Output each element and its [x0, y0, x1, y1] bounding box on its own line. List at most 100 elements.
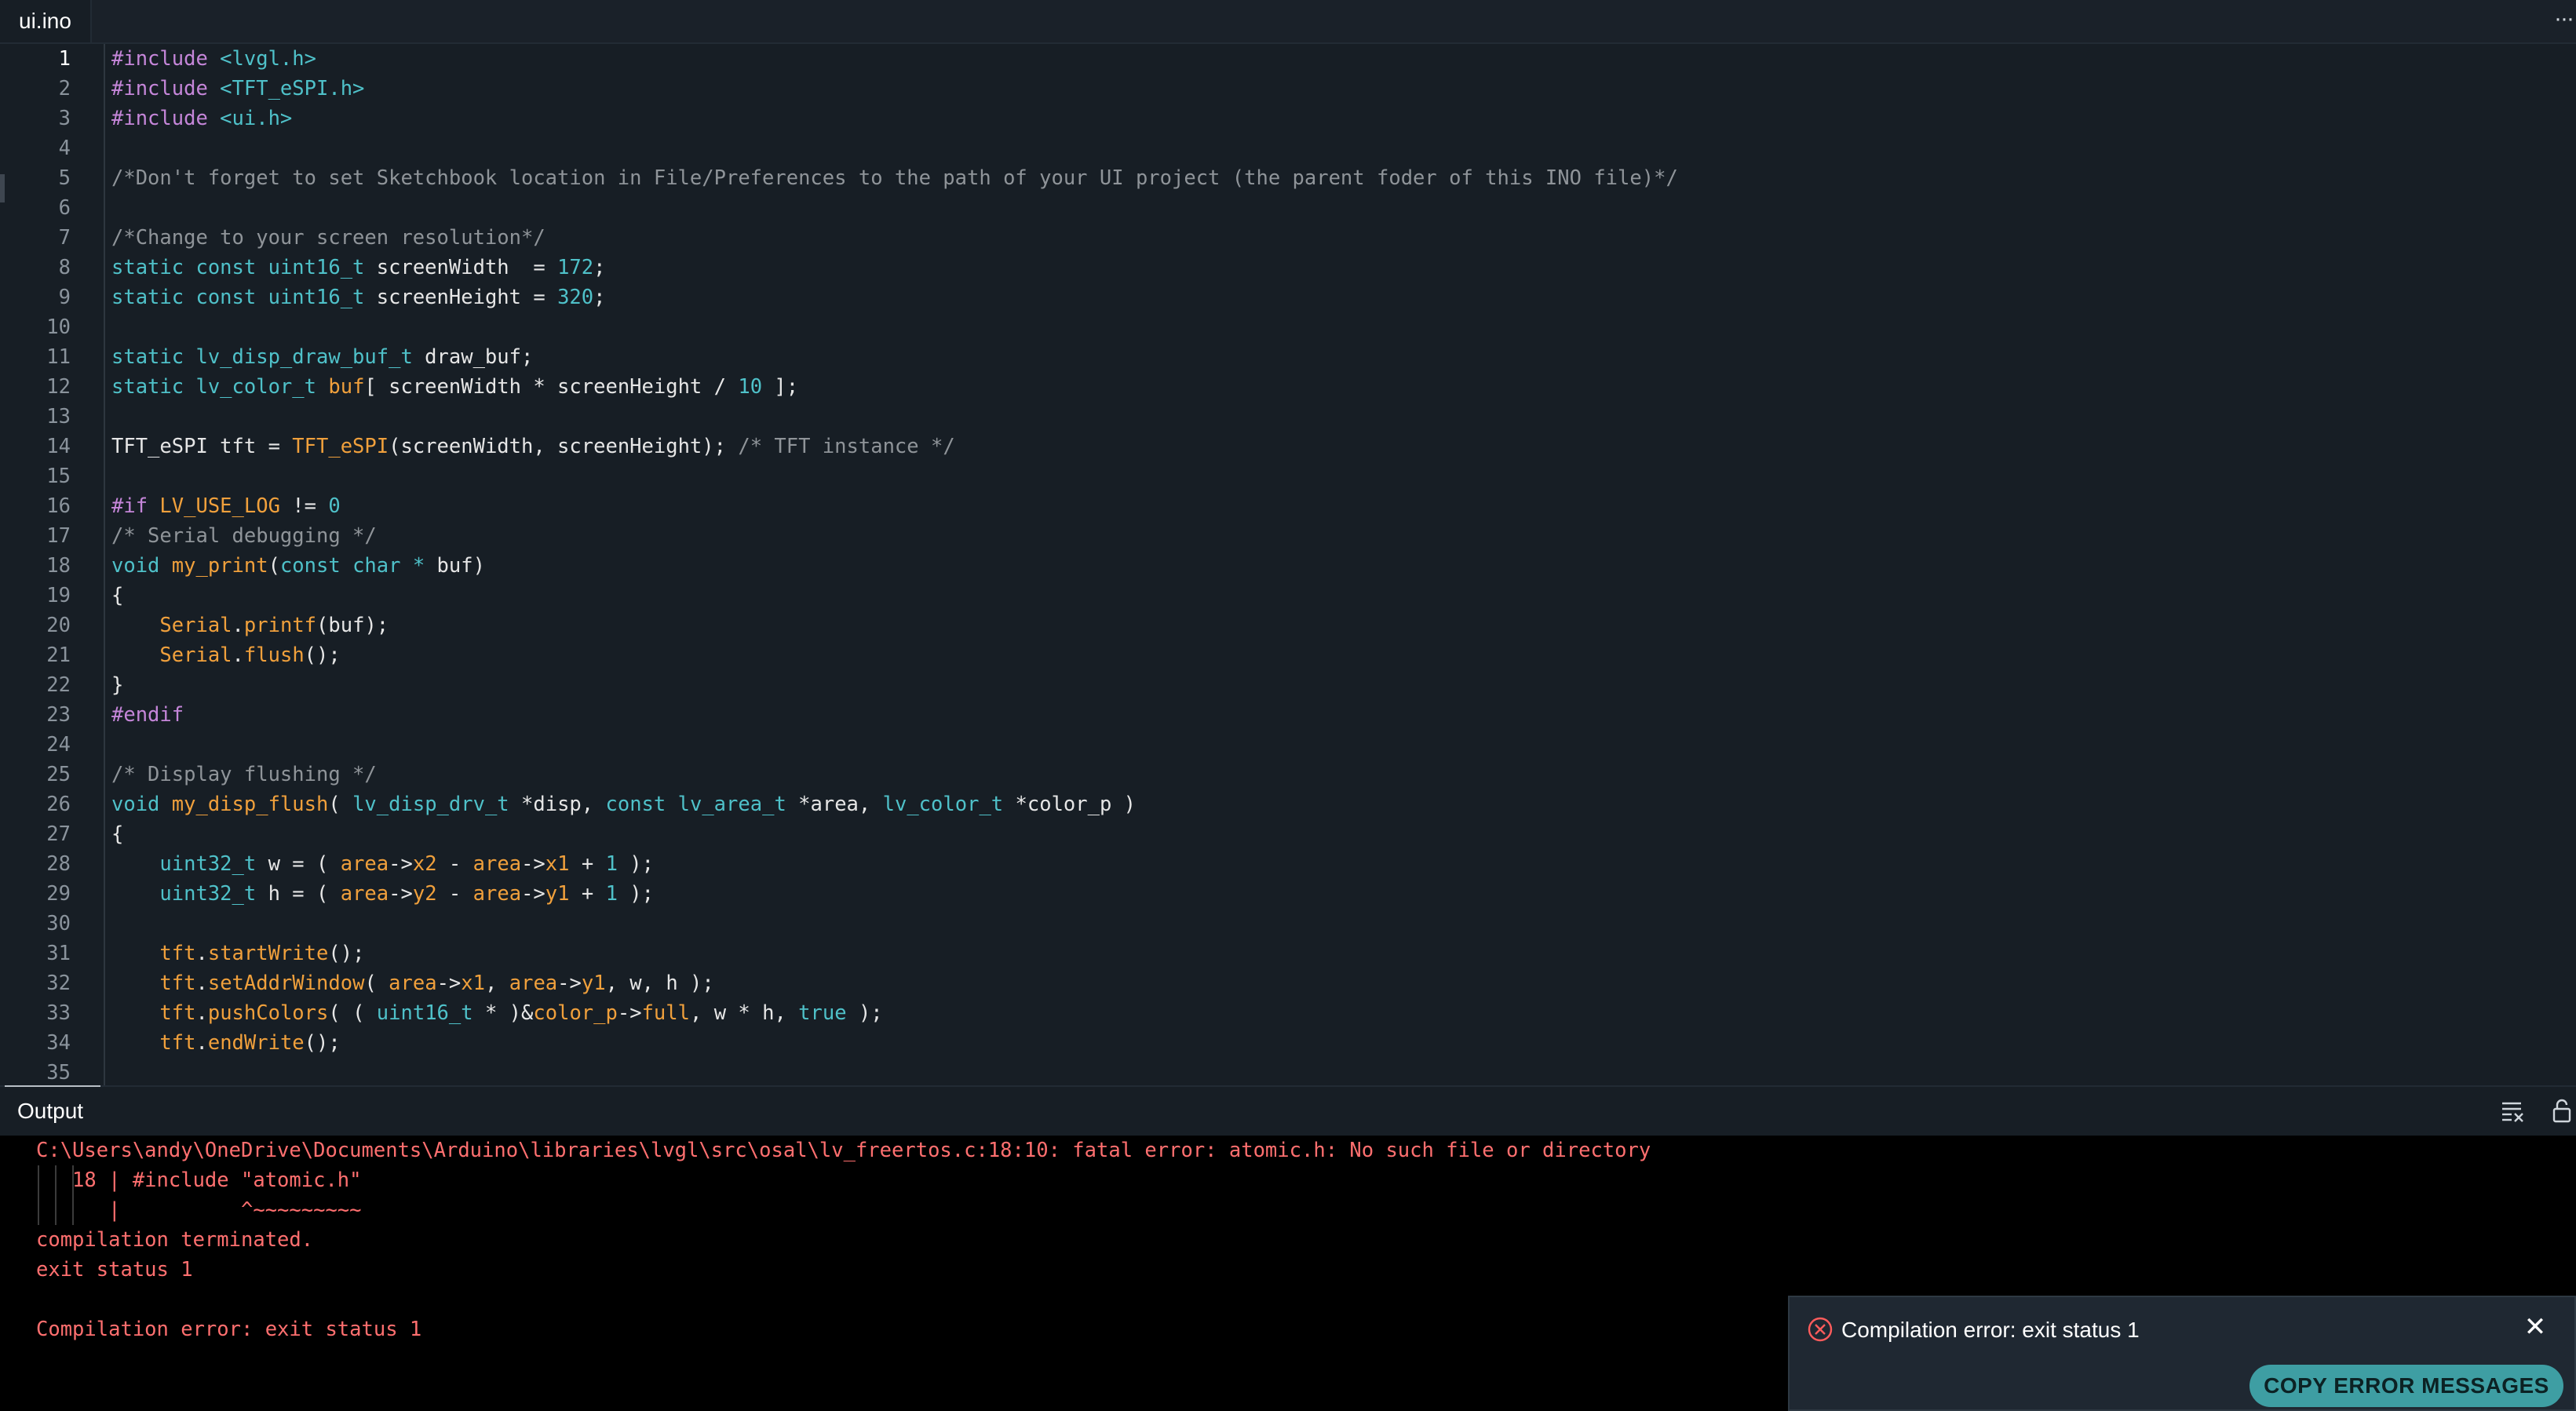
code-line[interactable]: 30: [0, 909, 2576, 939]
code-editor[interactable]: 1 #include <lvgl.h> 2 #include <TFT_eSPI.h>…: [0, 44, 2576, 1085]
code-line[interactable]: 5 /*Don't forget to set Sketchbook locati…: [0, 163, 2576, 193]
code-token: area: [340, 852, 389, 876]
code-line[interactable]: 27 {: [0, 819, 2576, 849]
tab-ui-ino[interactable]: ui.ino: [0, 0, 92, 42]
code-token: static const: [111, 286, 268, 309]
code-token: area: [389, 972, 437, 995]
more-icon[interactable]: ···: [2554, 3, 2574, 35]
code-text: }: [111, 670, 123, 700]
code-token: #include: [111, 47, 221, 71]
code-line[interactable]: 9 static const uint16_t screenHeight = 32…: [0, 283, 2576, 312]
code-token: void: [111, 793, 172, 816]
line-number: 22: [46, 673, 71, 697]
code-token: ->: [521, 852, 545, 876]
code-token: h = (: [256, 882, 341, 906]
code-token: x1: [545, 852, 570, 876]
code-line[interactable]: 21 Serial.flush();: [0, 640, 2576, 670]
code-token: color_p: [533, 1001, 618, 1025]
code-text: /* Serial debugging */: [111, 521, 377, 551]
code-line[interactable]: 17 /* Serial debugging */: [0, 521, 2576, 551]
code-line[interactable]: 18 void my_print(const char * buf): [0, 551, 2576, 581]
line-number: 20: [46, 614, 71, 637]
code-line[interactable]: 6: [0, 193, 2576, 223]
code-line[interactable]: 8 static const uint16_t screenWidth = 172…: [0, 253, 2576, 283]
code-token: [ screenWidth * screenHeight /: [364, 375, 739, 399]
code-token: /*Don't forget to set Sketchbook locatio…: [111, 166, 1678, 190]
code-line[interactable]: 12 static lv_color_t buf[ screenWidth * s…: [0, 372, 2576, 402]
code-line[interactable]: 7 /*Change to your screen resolution*/: [0, 223, 2576, 253]
code-token: !=: [279, 494, 329, 518]
lock-icon[interactable]: [2551, 1098, 2573, 1123]
code-line[interactable]: 11 static lv_disp_draw_buf_t draw_buf;: [0, 342, 2576, 372]
code-text: {: [111, 819, 123, 849]
line-number: 7: [58, 226, 71, 250]
code-token: y1: [581, 972, 606, 995]
code-token: ->: [521, 882, 545, 906]
code-token: (buf);: [316, 614, 389, 637]
code-token: (: [364, 972, 389, 995]
line-number: 24: [46, 733, 71, 757]
code-line[interactable]: 22}: [0, 670, 2576, 700]
output-title: Output: [17, 1099, 84, 1123]
code-text: #endif: [111, 700, 184, 730]
code-line[interactable]: 13: [0, 402, 2576, 432]
code-line[interactable]: 29 uint32_t h = ( area->y2 - area->y1 + …: [0, 879, 2576, 909]
code-line[interactable]: 4: [0, 133, 2576, 163]
code-token: lv_color_t: [882, 793, 1004, 816]
code-line[interactable]: 35: [0, 1058, 2576, 1085]
code-line[interactable]: 31 tft.startWrite();: [0, 939, 2576, 968]
code-token: screenHeight =: [364, 286, 558, 309]
code-token: full: [641, 1001, 690, 1025]
code-token: lv_disp_drv_t: [352, 793, 509, 816]
code-line[interactable]: 2 #include <TFT_eSPI.h>: [0, 74, 2576, 104]
code-token: .: [195, 972, 208, 995]
code-token: my_print: [171, 554, 268, 578]
code-line[interactable]: 33 tft.pushColors( ( uint16_t * )&color_…: [0, 998, 2576, 1028]
code-line[interactable]: 32 tft.setAddrWindow( area->x1, area->y1…: [0, 968, 2576, 998]
code-line[interactable]: 19 {: [0, 581, 2576, 611]
code-token: ( (: [328, 1001, 377, 1025]
code-line[interactable]: 23 #endif: [0, 700, 2576, 730]
error-circle-icon: [1808, 1317, 1833, 1342]
line-number: 35: [46, 1061, 71, 1085]
code-line[interactable]: 24: [0, 730, 2576, 760]
code-line[interactable]: 1 #include <lvgl.h>: [0, 44, 2576, 74]
code-token: lv_disp_draw_buf_t: [195, 345, 413, 369]
code-token: #include: [111, 77, 221, 100]
code-token: }: [111, 673, 124, 697]
code-line[interactable]: 34 tft.endWrite();: [0, 1028, 2576, 1058]
code-line[interactable]: 15: [0, 461, 2576, 491]
code-line[interactable]: 14 TFT_eSPI tft = TFT_eSPI(screenWidth, s…: [0, 432, 2576, 461]
line-number: 25: [46, 763, 71, 786]
line-number: 16: [46, 494, 71, 518]
code-token: 10: [738, 375, 763, 399]
code-token: ;: [593, 286, 606, 309]
code-text: static lv_color_t buf[ screenWidth * scr…: [111, 372, 798, 402]
code-token: (: [268, 554, 280, 578]
code-token: {: [111, 822, 124, 846]
line-number: 18: [46, 554, 71, 578]
clear-output-icon[interactable]: [2501, 1098, 2526, 1123]
code-text: uint32_t w = ( area->x2 - area->x1 + 1 )…: [111, 849, 654, 879]
line-number: 26: [46, 793, 71, 816]
close-icon[interactable]: ✕: [2521, 1313, 2549, 1341]
code-text: /*Change to your screen resolution*/: [111, 223, 545, 253]
code-text: #include <ui.h>: [111, 104, 292, 133]
copy-error-messages-button[interactable]: COPY ERROR MESSAGES: [2249, 1365, 2563, 1407]
code-token: /* Serial debugging */: [111, 524, 377, 548]
code-line[interactable]: 26 void my_disp_flush( lv_disp_drv_t *dis…: [0, 789, 2576, 819]
code-token: uint16_t: [376, 1001, 473, 1025]
code-line[interactable]: 20 Serial.printf(buf);: [0, 611, 2576, 640]
code-line[interactable]: 10: [0, 312, 2576, 342]
line-number: 31: [46, 942, 71, 965]
line-number: 9: [58, 286, 71, 309]
code-token: <lvgl.h>: [220, 47, 316, 71]
code-line[interactable]: 28 uint32_t w = ( area->x2 - area->x1 + …: [0, 849, 2576, 879]
code-line[interactable]: 16 #if LV_USE_LOG != 0: [0, 491, 2576, 521]
code-line[interactable]: 3 #include <ui.h>: [0, 104, 2576, 133]
code-token: startWrite: [207, 942, 329, 965]
code-line[interactable]: 25 /* Display flushing */: [0, 760, 2576, 789]
line-number: 13: [46, 405, 71, 428]
code-token: #if: [111, 494, 160, 518]
code-token: area: [473, 882, 522, 906]
